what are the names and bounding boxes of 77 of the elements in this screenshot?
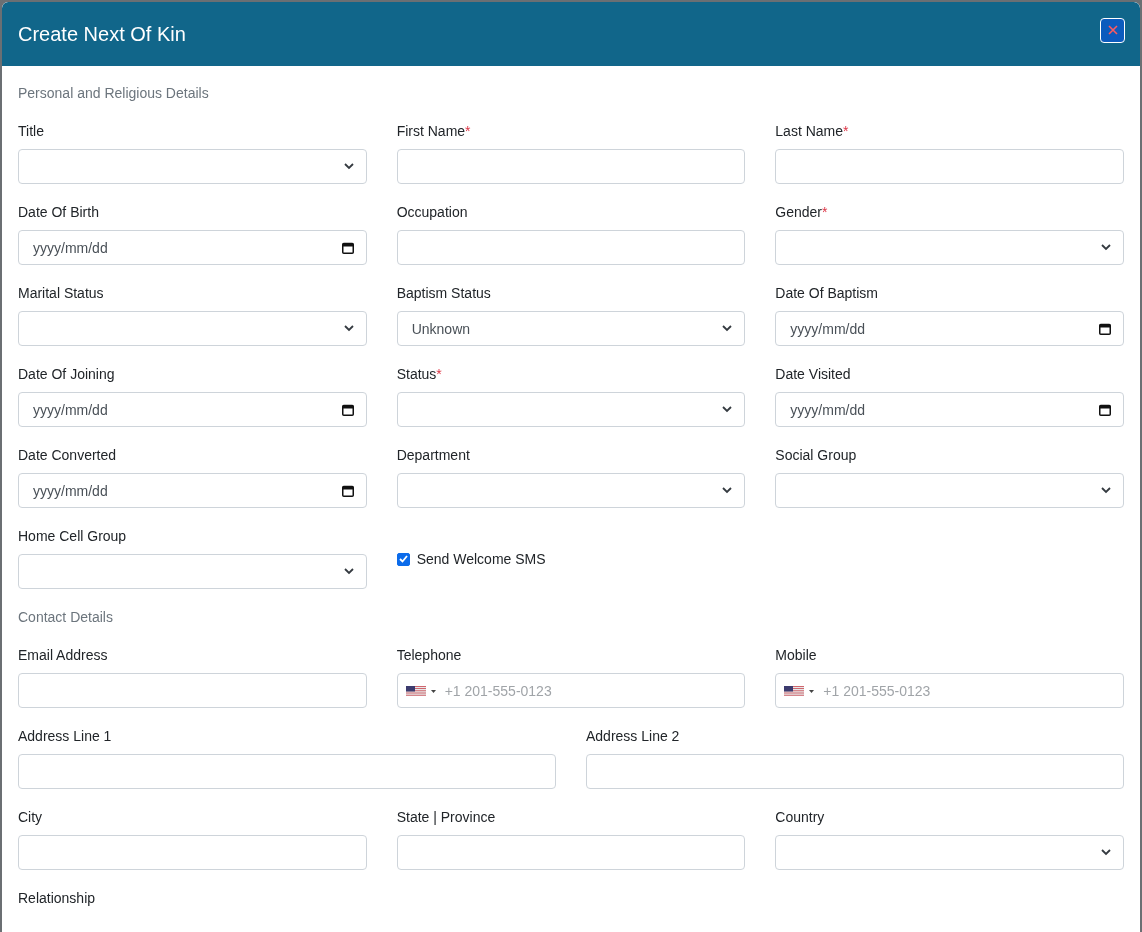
close-button[interactable] [1100,17,1125,43]
calendar-icon[interactable] [1099,322,1111,335]
field-label: Gender* [775,204,829,221]
chevron-down-icon [343,163,354,170]
field-label: Email Address [18,647,109,664]
date-placeholder: yyyy/mm/dd [790,401,866,418]
flag-icon[interactable] [405,685,437,696]
input-field[interactable] [18,673,367,708]
select-field[interactable]: Unknown [396,311,746,346]
input-field[interactable] [396,230,746,265]
chevron-down-icon [1101,487,1111,494]
select-field[interactable] [775,835,1124,870]
calendar-icon[interactable] [341,403,354,416]
input-field[interactable] [396,149,746,184]
field-label: Relationship [18,890,97,907]
field-label: Date Visited [775,366,852,383]
date-placeholder: yyyy/mm/dd [790,320,866,337]
field-label: Mobile [775,647,818,664]
chevron-down-icon [1101,244,1111,251]
date-placeholder: yyyy/mm/dd [33,239,109,256]
chevron-down-icon [1101,849,1111,856]
field-label: Occupation [396,204,469,221]
date-field[interactable]: yyyy/mm/dd [775,392,1124,427]
field-label: Date Of Birth [18,204,100,221]
field-label: Telephone [396,647,463,664]
date-field[interactable]: yyyy/mm/dd [18,473,367,508]
field-label: State | Province [396,809,497,826]
dialog-title: Create Next Of Kin [18,22,186,46]
field-label: Baptism Status [396,285,492,302]
field-label: Country [775,809,826,826]
chevron-down-icon [343,325,354,332]
field-label: Marital Status [18,285,105,302]
input-field[interactable] [18,754,556,789]
input-field[interactable] [396,835,746,870]
select-field[interactable] [18,149,367,184]
select-field[interactable] [18,554,367,589]
section-title: Personal and Religious Details [18,85,210,101]
calendar-icon[interactable] [341,241,354,254]
chevron-down-icon [722,487,733,494]
checkbox-label: Send Welcome SMS [416,551,546,567]
date-placeholder: yyyy/mm/dd [33,482,109,499]
field-label: Date Of Baptism [775,285,880,302]
input-field[interactable] [18,835,367,870]
field-label: Address Line 1 [18,728,113,745]
field-label: First Name* [396,123,472,140]
field-label: Social Group [775,447,858,464]
select-field[interactable] [18,311,367,346]
checkbox[interactable] [396,552,410,566]
select-field[interactable] [775,473,1124,508]
date-field[interactable]: yyyy/mm/dd [775,311,1124,346]
field-label: City [18,809,44,826]
field-label: Status* [396,366,443,383]
select-field[interactable] [775,230,1124,265]
flag-icon[interactable] [784,685,816,696]
field-label: Last Name* [775,123,850,140]
input-field[interactable] [586,754,1124,789]
calendar-icon[interactable] [341,484,354,497]
calendar-icon[interactable] [1099,403,1111,416]
field-label: Department [396,447,471,464]
date-placeholder: yyyy/mm/dd [33,401,109,418]
section-title: Contact Details [18,609,114,625]
chevron-down-icon [343,568,354,575]
chevron-down-icon [722,406,733,413]
phone-placeholder: +1 201-555-0123 [823,682,932,699]
select-field[interactable] [396,392,746,427]
select-value: Unknown [411,320,472,337]
field-label: Date Converted [18,447,118,464]
date-field[interactable]: yyyy/mm/dd [18,392,367,427]
date-field[interactable]: yyyy/mm/dd [18,230,367,265]
phone-placeholder: +1 201-555-0123 [444,682,553,699]
field-label: Home Cell Group [18,528,128,545]
select-field[interactable] [396,473,746,508]
chevron-down-icon [722,325,733,332]
field-label: Title [18,123,45,140]
input-field[interactable] [775,149,1124,184]
field-label: Address Line 2 [586,728,681,745]
field-label: Date Of Joining [18,366,116,383]
